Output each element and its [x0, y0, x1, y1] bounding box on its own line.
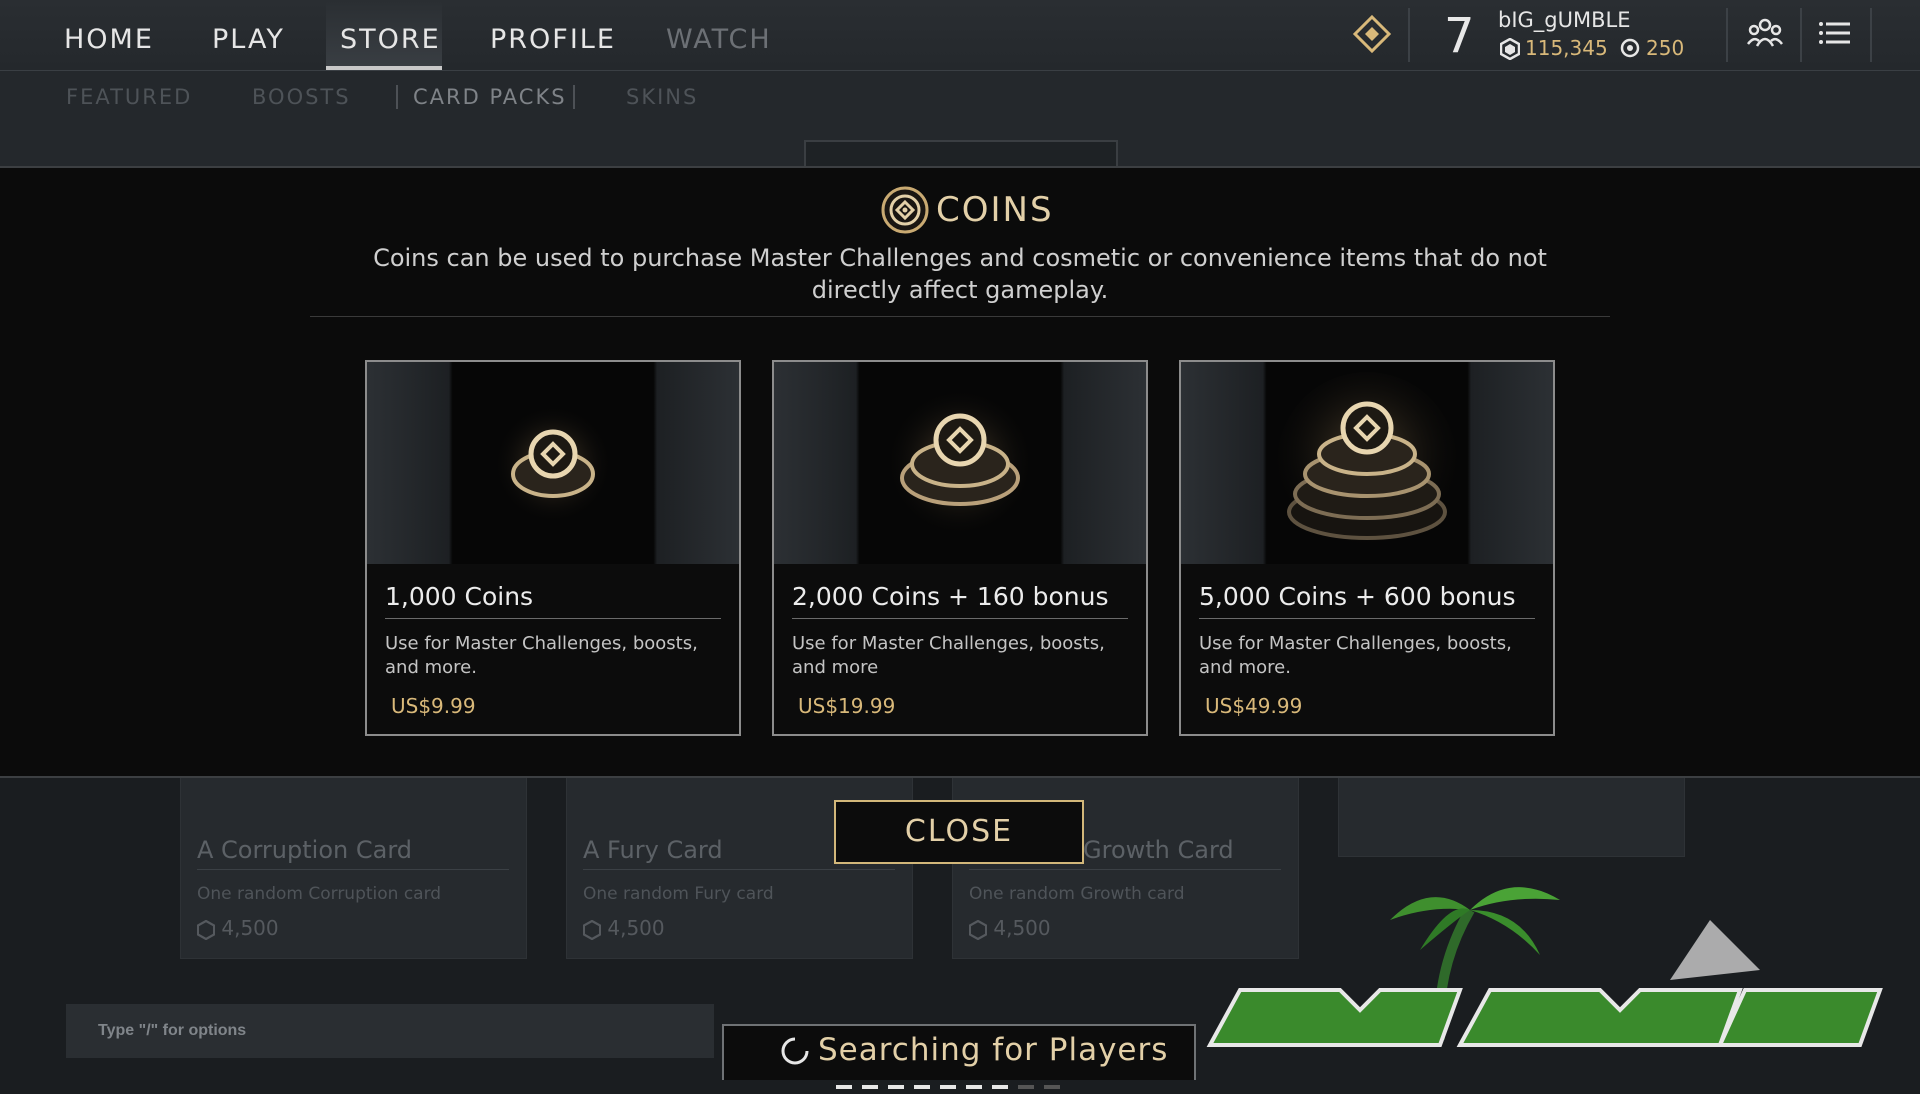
- coin-amount: 250: [1646, 36, 1685, 60]
- chat-input[interactable]: Type "/" for options: [66, 1004, 714, 1058]
- coin-icon: [1620, 38, 1640, 58]
- offer-name: 5,000 Coins + 600 bonus: [1199, 582, 1516, 611]
- loading-spinner-icon: [781, 1037, 809, 1065]
- card-price-value: 4,500: [993, 916, 1051, 940]
- gold-icon: [1500, 38, 1520, 60]
- offer-description: Use for Master Challenges, boosts, and m…: [385, 633, 698, 678]
- offer-price: US$19.99: [798, 694, 896, 718]
- close-button[interactable]: CLOSE: [834, 800, 1084, 864]
- coin-offer-1000[interactable]: 1,000 Coins Use for Master Challenges, b…: [365, 360, 741, 736]
- nav-play[interactable]: PLAY: [212, 24, 285, 55]
- card-description: One random Fury card: [583, 884, 774, 904]
- subnav-separator: [396, 85, 398, 109]
- divider: [1726, 8, 1728, 62]
- nav-watch[interactable]: WATCH: [666, 24, 772, 55]
- divider: [1800, 8, 1802, 62]
- offer-description: Use for Master Challenges, boosts, and m…: [792, 633, 1105, 678]
- divider: [583, 869, 895, 870]
- card-price-value: 4,500: [221, 916, 279, 940]
- coins-icon: [881, 186, 929, 234]
- coin-art: [1181, 362, 1553, 564]
- progress-dot: [836, 1085, 852, 1089]
- subnav-skins[interactable]: SKINS: [626, 85, 698, 109]
- top-nav-bar: HOME PLAY STORE PROFILE WATCH 7 bIG_gUMB…: [0, 0, 1920, 71]
- coin-art: [774, 362, 1146, 564]
- nav-active-underline: [326, 66, 442, 70]
- divider: [1199, 618, 1535, 619]
- divider: [385, 618, 721, 619]
- card-price: 4,500: [196, 916, 279, 940]
- nav-home[interactable]: HOME: [64, 24, 154, 55]
- coin-stack-small-icon: [493, 404, 613, 524]
- card-description: One random Corruption card: [197, 884, 442, 904]
- divider: [792, 618, 1128, 619]
- divider: [1408, 8, 1410, 62]
- offer-price: US$9.99: [391, 694, 476, 718]
- subnav-separator: [573, 85, 575, 109]
- gold-amount: 115,345: [1525, 36, 1608, 60]
- background-card: [1338, 775, 1685, 857]
- offer-price: US$49.99: [1205, 694, 1303, 718]
- coin-stack-medium-icon: [885, 387, 1035, 537]
- nav-profile[interactable]: PROFILE: [490, 24, 616, 55]
- coin-stack-large-icon: [1277, 372, 1457, 552]
- chat-placeholder: Type "/" for options: [98, 1022, 247, 1039]
- divider: [310, 316, 1610, 317]
- modal-description: Coins can be used to purchase Master Cha…: [373, 244, 1547, 304]
- progress-dot: [1044, 1085, 1060, 1089]
- divider: [197, 869, 509, 870]
- progress-dots: [836, 1076, 1070, 1094]
- rank-diamond-icon[interactable]: [1352, 14, 1392, 54]
- gold-icon: [196, 919, 216, 940]
- background-card: A Corruption Card One random Corruption …: [180, 775, 527, 959]
- coin-offer-2000[interactable]: 2,000 Coins + 160 bonus Use for Master C…: [772, 360, 1148, 736]
- menu-list-icon[interactable]: [1815, 14, 1855, 54]
- card-description: One random Growth card: [969, 884, 1185, 904]
- progress-dot: [1018, 1085, 1034, 1089]
- player-username[interactable]: bIG_gUMBLE: [1498, 8, 1631, 32]
- progress-dot: [862, 1085, 878, 1089]
- site-watermark-logo: [1206, 887, 1883, 1047]
- gold-icon: [582, 919, 602, 940]
- nav-store[interactable]: STORE: [340, 24, 441, 55]
- offer-name: 2,000 Coins + 160 bonus: [792, 582, 1109, 611]
- divider: [1870, 8, 1872, 62]
- matchmaking-status: Searching for Players: [722, 1024, 1196, 1089]
- subnav-featured[interactable]: FEATURED: [66, 85, 192, 109]
- card-price: 4,500: [582, 916, 665, 940]
- card-title: A Fury Card: [583, 836, 723, 864]
- matchmaking-text: Searching for Players: [818, 1032, 1169, 1068]
- progress-dot: [888, 1085, 904, 1089]
- coin-art: [367, 362, 739, 564]
- friends-icon[interactable]: [1745, 14, 1785, 54]
- offer-description: Use for Master Challenges, boosts, and m…: [1199, 633, 1512, 678]
- card-price: 4,500: [968, 916, 1051, 940]
- offer-name: 1,000 Coins: [385, 582, 534, 611]
- progress-dot: [992, 1085, 1008, 1089]
- card-price-value: 4,500: [607, 916, 665, 940]
- coin-offer-5000[interactable]: 5,000 Coins + 600 bonus Use for Master C…: [1179, 360, 1555, 736]
- coins-modal: COINS Coins can be used to purchase Mast…: [0, 166, 1920, 778]
- card-title: A Corruption Card: [197, 836, 412, 864]
- progress-dot: [914, 1085, 930, 1089]
- progress-dot: [940, 1085, 956, 1089]
- subnav-boosts[interactable]: BOOSTS: [252, 85, 351, 109]
- progress-dot: [966, 1085, 982, 1089]
- player-level: 7: [1444, 8, 1475, 64]
- subnav-card-packs[interactable]: CARD PACKS: [413, 85, 567, 109]
- gold-icon: [968, 919, 988, 940]
- modal-title: COINS: [936, 190, 1054, 230]
